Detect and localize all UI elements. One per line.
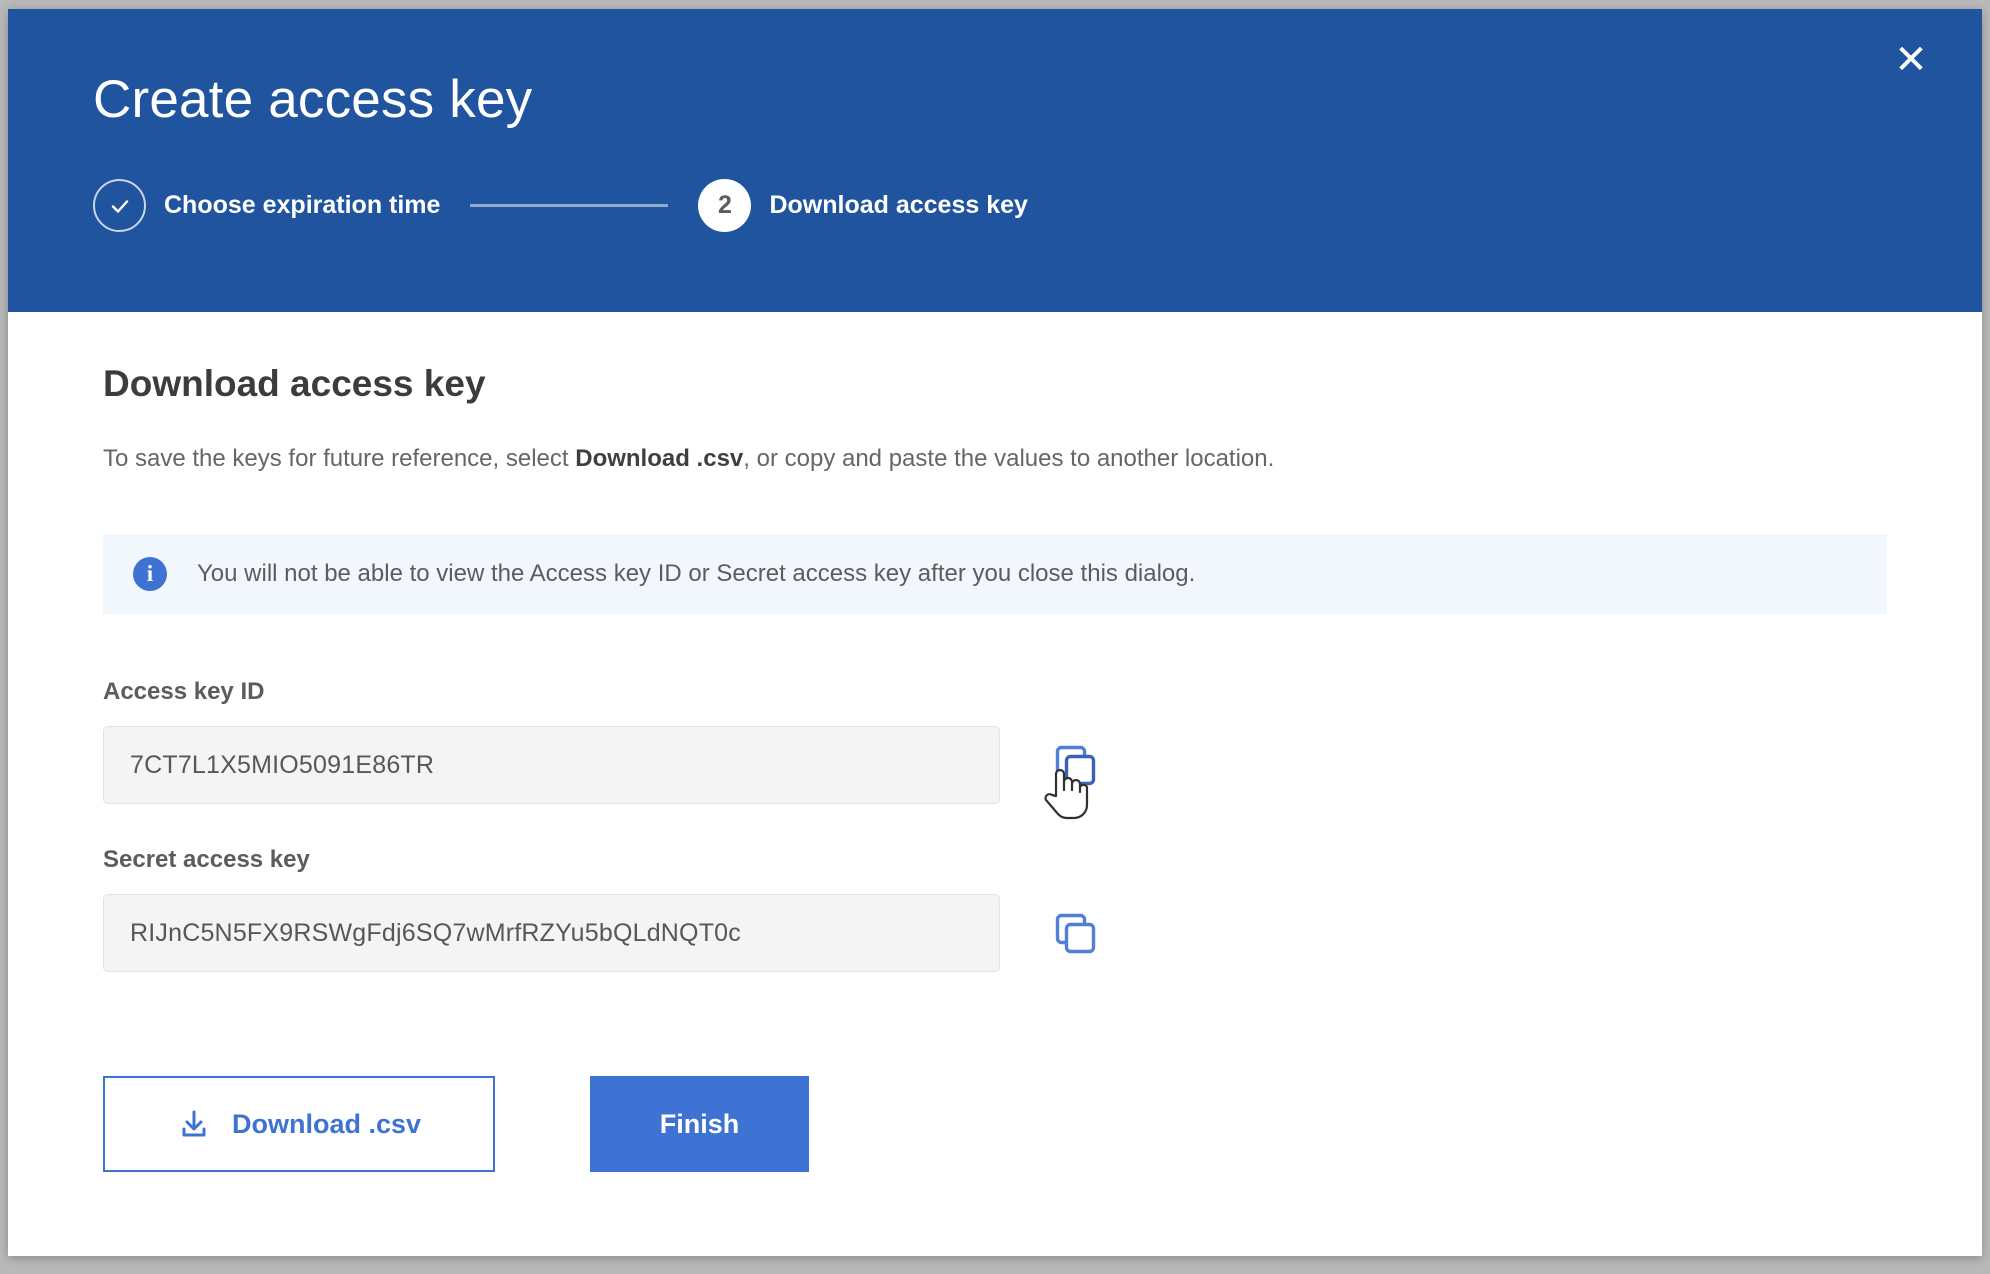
step-connector [470,204,669,208]
secret-access-key-field-block: Secret access key RIJnC5N5FX9RSWgFdj6SQ7… [103,846,1887,973]
step-label: Download access key [769,191,1028,220]
download-csv-label: Download .csv [231,1108,422,1139]
step-complete-check-icon [93,179,146,233]
close-icon[interactable]: ✕ [1886,35,1936,85]
copy-secret-access-key-icon[interactable] [1052,910,1098,956]
secret-access-key-label: Secret access key [103,846,310,874]
description-part-1: To save the keys for future reference, s… [103,444,576,472]
secret-access-key-row: RIJnC5N5FX9RSWgFdj6SQ7wMrfRZYu5bQLdNQT0c [103,894,1887,973]
info-alert-text: You will not be able to view the Access … [197,560,1196,588]
step-label: Choose expiration time [164,191,441,220]
description-part-2: , or copy and paste the values to anothe… [743,444,1275,472]
step-number-badge: 2 [698,179,752,233]
dialog-body: Download access key To save the keys for… [8,312,1982,1256]
secret-access-key-input[interactable]: RIJnC5N5FX9RSWgFdj6SQ7wMrfRZYu5bQLdNQT0c [103,894,1000,973]
dialog-header: ✕ Create access key Choose expiration ti… [8,9,1982,312]
step-download-access-key[interactable]: 2 Download access key [698,179,1028,233]
access-key-id-input[interactable]: 7CT7L1X5MIO5091E86TR [103,726,1000,805]
stepper: Choose expiration time 2 Download access… [93,179,1982,233]
info-icon: i [133,557,167,592]
access-key-id-field-block: Access key ID 7CT7L1X5MIO5091E86TR [103,678,1887,805]
access-key-id-label: Access key ID [103,678,265,706]
finish-button[interactable]: Finish [590,1076,809,1173]
access-key-id-row: 7CT7L1X5MIO5091E86TR [103,726,1887,805]
create-access-key-dialog: ✕ Create access key Choose expiration ti… [8,9,1982,1256]
section-description: To save the keys for future reference, s… [103,443,1887,475]
finish-label: Finish [659,1108,740,1139]
description-emphasis: Download .csv [575,444,744,472]
copy-access-key-id-icon[interactable] [1052,742,1098,788]
dialog-title: Create access key [93,70,533,129]
download-csv-button[interactable]: Download .csv [103,1076,495,1173]
download-icon [177,1107,211,1141]
info-alert: i You will not be able to view the Acces… [103,534,1887,615]
dialog-actions: Download .csv Finish [103,1076,1887,1173]
page-title: Download access key [103,363,486,404]
step-choose-expiration-time[interactable]: Choose expiration time [93,179,441,233]
